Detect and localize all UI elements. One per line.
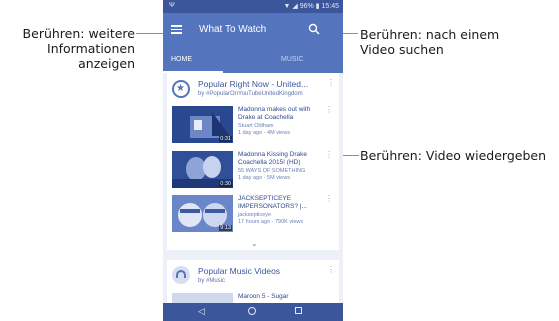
video-channel: Stuart Oldham <box>238 123 274 129</box>
video-title[interactable]: JACKSEPTICEYE IMPERSONATORS? |... <box>238 195 324 211</box>
navigation-bar: ◁ <box>163 303 343 321</box>
tab-bar: HOME MUSIC <box>163 47 343 73</box>
chevron-down-icon[interactable]: ⌄ <box>251 239 258 248</box>
video-thumbnail[interactable]: 0:31 <box>172 106 233 143</box>
more-options-icon[interactable]: ⋮ <box>325 195 333 203</box>
video-item[interactable]: 0:31 Madonna makes out with Drake at Coa… <box>172 106 337 143</box>
video-title[interactable]: Maroon 5 - Sugar <box>238 293 289 300</box>
battery-percent: 96% <box>299 3 314 10</box>
annotation-menu-line3: anzeigen <box>78 56 135 71</box>
shelf-title[interactable]: Popular Music Videos <box>198 266 280 276</box>
more-options-icon[interactable]: ⋮ <box>325 151 333 159</box>
more-options-icon[interactable]: ⋮ <box>327 266 335 274</box>
shelf-popular-right-now: Popular Right Now - United... by #Popula… <box>167 73 339 250</box>
app-title: What To Watch <box>199 24 267 35</box>
annotation-search-line1: Berühren: nach einem <box>360 27 500 42</box>
video-channel: jacksepticeye <box>238 212 272 218</box>
video-thumbnail[interactable]: 0:30 <box>172 151 233 188</box>
annotation-menu: Berühren: weitere Informationen anzeigen <box>0 26 135 71</box>
annotation-play: Berühren: Video wiedergeben <box>360 148 547 163</box>
phone-screen: Ψ ▼ ◢ 96% ▮ 15:45 What To Watch HOME MUS… <box>163 0 343 321</box>
shelf-popular-music-videos: Popular Music Videos by #Music ⋮ Maroon … <box>167 260 339 303</box>
wifi-icon: ▼ <box>283 3 291 10</box>
annotation-menu-line2: Informationen <box>47 41 135 56</box>
search-icon[interactable] <box>308 23 320 35</box>
shelf-subtitle[interactable]: by #PopularOnYouTubeUnitedKingdom <box>198 91 303 97</box>
status-bar: Ψ ▼ ◢ 96% ▮ 15:45 <box>163 0 343 13</box>
video-item[interactable]: 9:13 JACKSEPTICEYE IMPERSONATORS? |... j… <box>172 195 337 232</box>
video-channel: 55 WAYS OF SOMETHING <box>238 168 306 174</box>
shelf-title[interactable]: Popular Right Now - United... <box>198 79 308 89</box>
video-meta: 1 day ago · 4M views <box>238 130 290 136</box>
tab-home[interactable]: HOME <box>171 56 192 63</box>
feed[interactable]: Popular Right Now - United... by #Popula… <box>163 73 343 303</box>
back-icon[interactable]: ◁ <box>198 306 205 317</box>
video-item[interactable]: 0:30 Madonna Kissing Drake Coachella 201… <box>172 151 337 188</box>
video-thumbnail[interactable] <box>172 293 233 303</box>
battery-icon: ▮ <box>315 3 320 10</box>
app-bar: What To Watch <box>163 13 343 47</box>
video-duration: 9:13 <box>219 225 232 231</box>
more-options-icon[interactable]: ⋮ <box>325 106 333 114</box>
shelf-subtitle[interactable]: by #Music <box>198 278 225 284</box>
video-duration: 0:30 <box>219 181 232 187</box>
video-thumbnail[interactable]: 9:13 <box>172 195 233 232</box>
signal-icon: ◢ <box>292 3 298 10</box>
channel-avatar-icon[interactable] <box>172 80 190 98</box>
menu-icon[interactable] <box>171 25 182 34</box>
annotation-menu-line1: Berühren: weitere <box>22 26 135 41</box>
video-duration: 0:31 <box>219 136 232 142</box>
headphones-icon[interactable] <box>172 266 190 284</box>
more-options-icon[interactable]: ⋮ <box>327 79 335 87</box>
status-right: ▼ ◢ 96% ▮ 15:45 <box>283 2 339 10</box>
usb-icon: Ψ <box>169 2 175 9</box>
recent-apps-icon[interactable] <box>295 307 302 314</box>
tab-music[interactable]: MUSIC <box>281 56 304 63</box>
home-icon[interactable] <box>248 307 256 315</box>
video-meta: 17 hours ago · 790K views <box>238 219 304 225</box>
annotation-search: Berühren: nach einem Video suchen <box>360 27 540 57</box>
annotation-search-line2: Video suchen <box>360 42 444 57</box>
video-title[interactable]: Madonna makes out with Drake at Coachell… <box>238 106 324 122</box>
clock: 15:45 <box>321 3 339 10</box>
video-title[interactable]: Madonna Kissing Drake Coachella 2015! (H… <box>238 151 324 167</box>
video-meta: 1 day ago · 5M views <box>238 175 290 181</box>
